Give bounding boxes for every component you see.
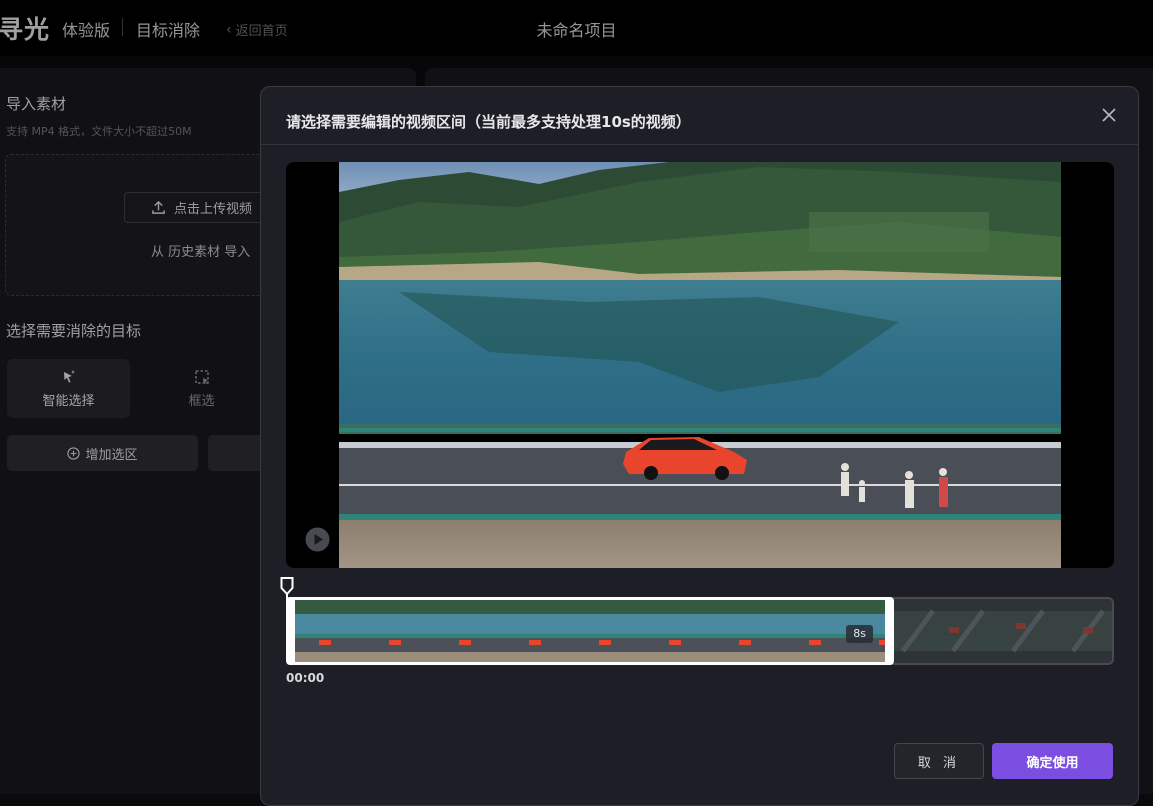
- dialog-divider: [261, 144, 1138, 145]
- range-handle-left[interactable]: [290, 626, 292, 640]
- play-icon[interactable]: [305, 527, 330, 552]
- dialog-title: 请选择需要编辑的视频区间（当前最多支持处理10s的视频）: [286, 113, 691, 131]
- video-frame-image: [339, 162, 1061, 568]
- confirm-button[interactable]: 确定使用: [992, 743, 1113, 779]
- video-preview[interactable]: [286, 162, 1114, 568]
- clip-range-dialog: 请选择需要编辑的视频区间（当前最多支持处理10s的视频） 8s 00:00 取 …: [260, 86, 1139, 806]
- duration-badge: 8s: [846, 625, 873, 643]
- start-time-label: 00:00: [286, 671, 325, 685]
- unselected-frames: [893, 599, 1112, 663]
- cancel-button[interactable]: 取 消: [894, 743, 984, 779]
- close-icon[interactable]: [1099, 105, 1119, 125]
- selected-range[interactable]: 8s: [286, 597, 894, 665]
- range-handle-right[interactable]: [888, 626, 890, 640]
- selected-frames: [295, 600, 885, 662]
